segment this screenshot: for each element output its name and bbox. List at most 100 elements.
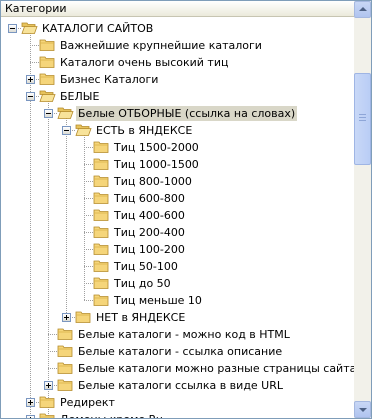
tree-node-label[interactable]: Тиц 400-600 (112, 208, 187, 223)
tree-node-label[interactable]: Бизнес Каталоги (58, 72, 160, 87)
grip-line (359, 114, 366, 115)
tree-node[interactable]: Тиц 1000-1500 (1, 156, 354, 173)
scroll-thumb[interactable] (354, 73, 371, 165)
tree-node[interactable]: Белые каталоги можно разные страницы сай… (1, 360, 354, 377)
collapse-minus-icon[interactable] (8, 24, 17, 33)
folder-icon (93, 293, 110, 307)
folder-icon (93, 174, 110, 188)
tree-node-label[interactable]: Тиц до 50 (112, 276, 173, 291)
tree-node-label[interactable]: Тиц 50-100 (112, 259, 180, 274)
tree-node-label[interactable]: БЕЛЫЕ (58, 89, 101, 104)
vertical-scrollbar[interactable] (354, 1, 371, 418)
tree-node[interactable]: Тиц 200-400 (1, 224, 354, 241)
tree-node[interactable]: Каталоги очень высокий тиц (1, 54, 354, 71)
tree-node[interactable]: Белые ОТБОРНЫЕ (ссылка на словах) (1, 105, 354, 122)
tree-node-label[interactable]: Тиц 600-800 (112, 191, 187, 206)
tree-connector (84, 215, 93, 216)
expand-plus-icon[interactable] (44, 381, 53, 390)
tree-connector (84, 283, 93, 284)
tree-node-label[interactable]: ЕСТЬ в ЯНДЕКСЕ (94, 123, 194, 138)
tree-node[interactable]: Тиц 400-600 (1, 207, 354, 224)
tree-node-label[interactable]: Важнейшие крупнейшие каталоги (58, 38, 264, 53)
tree-node-label[interactable]: Тиц меньше 10 (112, 293, 204, 308)
tree-connector (84, 198, 93, 199)
tree-node-label[interactable]: Тиц 800-1000 (112, 174, 194, 189)
tree-connector (84, 181, 93, 182)
folder-icon (39, 412, 56, 418)
tree-connector (48, 101, 49, 418)
tree-node[interactable]: Важнейшие крупнейшие каталоги (1, 37, 354, 54)
tree-node[interactable]: Тиц меньше 10 (1, 292, 354, 309)
folder-icon (93, 191, 110, 205)
tree-connector (30, 62, 39, 63)
tree-node[interactable]: Тиц 100-200 (1, 241, 354, 258)
tree-node[interactable]: КАТАЛОГИ САЙТОВ (1, 20, 354, 37)
folder-icon (93, 225, 110, 239)
tree-node-label[interactable]: Тиц 200-400 (112, 225, 187, 240)
tree-connector (84, 249, 93, 250)
folder-icon (93, 157, 110, 171)
tree-node-label[interactable]: Белые каталоги - ссылка описание (76, 344, 284, 359)
folder-icon (57, 378, 74, 392)
expand-plus-icon[interactable] (26, 75, 35, 84)
tree-node[interactable]: НЕТ в ЯНДЕКСЕ (1, 309, 354, 326)
column-header-title: Категории (5, 2, 67, 15)
tree-node[interactable]: Домены кроме Ru (1, 411, 354, 418)
tree-node-label[interactable]: Тиц 1000-1500 (112, 157, 201, 172)
tree-node-label[interactable]: НЕТ в ЯНДЕКСЕ (94, 310, 187, 325)
tree-node[interactable]: Белые каталоги - ссылка описание (1, 343, 354, 360)
folder-open-icon (75, 123, 92, 137)
tree-connector (84, 300, 93, 301)
tree-connector (84, 232, 93, 233)
folder-open-icon (39, 89, 56, 103)
folder-icon (93, 208, 110, 222)
folder-icon (93, 259, 110, 273)
tree-connector (48, 368, 57, 369)
folder-icon (75, 310, 92, 324)
expand-plus-icon[interactable] (26, 415, 35, 418)
expand-plus-icon[interactable] (26, 398, 35, 407)
tree-node-label[interactable]: Тиц 1500-2000 (112, 140, 201, 155)
collapse-minus-icon[interactable] (44, 109, 53, 118)
tree-node[interactable]: ЕСТЬ в ЯНДЕКСЕ (1, 122, 354, 139)
collapse-minus-icon[interactable] (26, 92, 35, 101)
tree-connector (66, 118, 67, 317)
tree-node[interactable]: Тиц 1500-2000 (1, 139, 354, 156)
tree-node[interactable]: Белые каталоги ссылка в виде URL (1, 377, 354, 394)
folder-icon (39, 38, 56, 52)
folder-icon (39, 72, 56, 86)
tree-node[interactable]: Тиц до 50 (1, 275, 354, 292)
tree-node-label[interactable]: Белые каталоги можно разные страницы сай… (76, 361, 354, 376)
scroll-down-button[interactable] (354, 401, 371, 418)
tree-connector (84, 147, 93, 148)
folder-icon (57, 361, 74, 375)
tree-node[interactable]: Редирект (1, 394, 354, 411)
collapse-minus-icon[interactable] (62, 126, 71, 135)
tree-node-label[interactable]: Белые каталоги ссылка в виде URL (76, 378, 285, 393)
tree-connector (84, 164, 93, 165)
tree-node-label[interactable]: КАТАЛОГИ САЙТОВ (40, 21, 155, 36)
tree-node[interactable]: Тиц 600-800 (1, 190, 354, 207)
folder-icon (39, 395, 56, 409)
tree-node[interactable]: Белые каталоги - можно код в HTML (1, 326, 354, 343)
tree-node-label[interactable]: Тиц 100-200 (112, 242, 187, 257)
column-header[interactable]: Категории (1, 1, 354, 17)
tree-connector (30, 33, 31, 418)
folder-icon (57, 344, 74, 358)
tree-node[interactable]: БЕЛЫЕ (1, 88, 354, 105)
category-tree[interactable]: КАТАЛОГИ САЙТОВ Важнейшие крупнейшие ката… (1, 17, 354, 418)
tree-node-label[interactable]: Домены кроме Ru (58, 412, 165, 418)
folder-icon (93, 276, 110, 290)
tree-node[interactable]: Бизнес Каталоги (1, 71, 354, 88)
scroll-up-button[interactable] (354, 1, 371, 18)
tree-node-label[interactable]: Белые ОТБОРНЫЕ (ссылка на словах) (76, 106, 298, 121)
tree-connector (84, 135, 85, 300)
expand-plus-icon[interactable] (62, 313, 71, 322)
tree-node-label[interactable]: Редирект (58, 395, 117, 410)
tree-node[interactable]: Тиц 50-100 (1, 258, 354, 275)
tree-node-label[interactable]: Каталоги очень высокий тиц (58, 55, 230, 70)
tree-node[interactable]: Тиц 800-1000 (1, 173, 354, 190)
tree-connector (48, 351, 57, 352)
tree-node-label[interactable]: Белые каталоги - можно код в HTML (76, 327, 292, 342)
grip-line (359, 117, 366, 118)
